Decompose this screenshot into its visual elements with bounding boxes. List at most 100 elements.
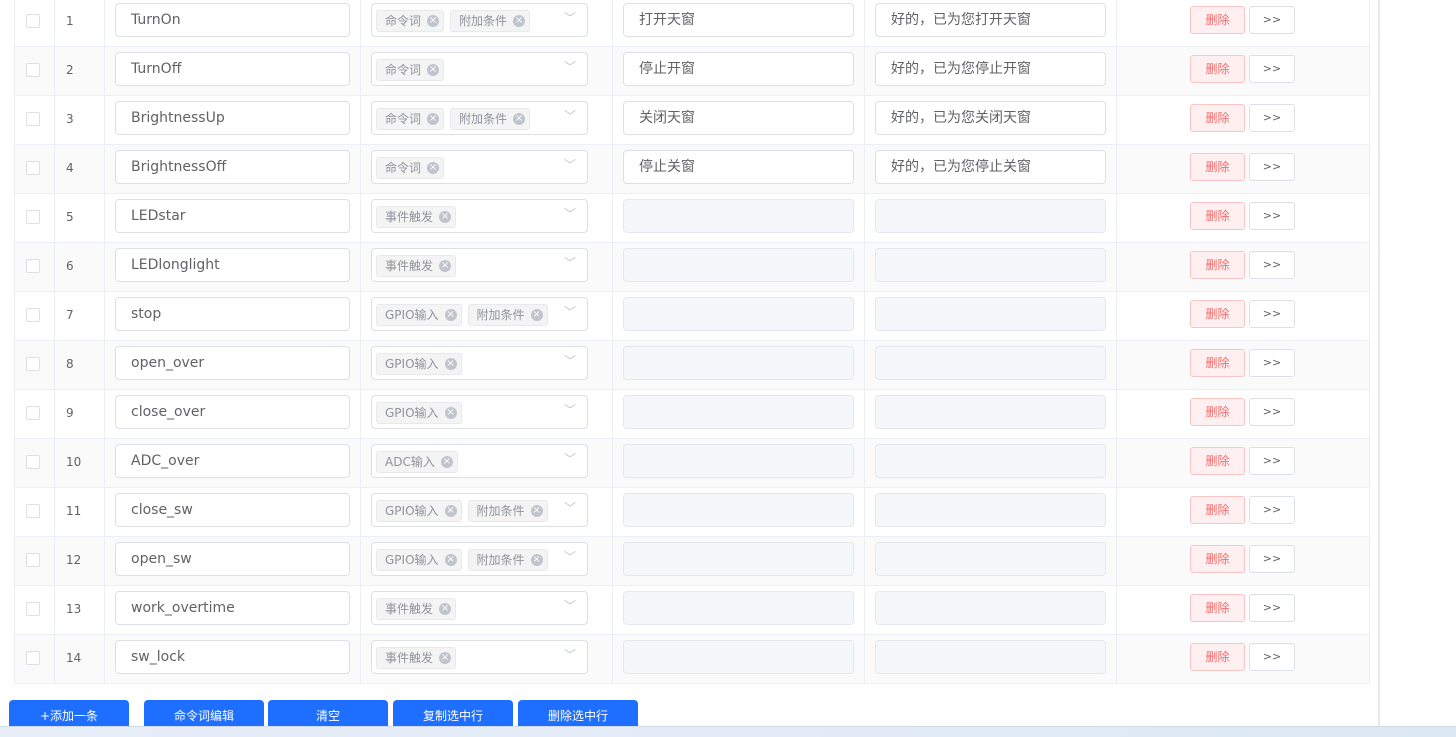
name-input[interactable]: work_overtime: [115, 591, 350, 625]
reply-input[interactable]: [875, 199, 1106, 233]
expand-row-button[interactable]: >>: [1249, 153, 1295, 181]
expand-row-button[interactable]: >>: [1249, 104, 1295, 132]
expand-row-button[interactable]: >>: [1249, 6, 1295, 34]
delete-row-button[interactable]: 删除: [1190, 447, 1245, 475]
type-select[interactable]: ADC输入 × ﹀: [371, 444, 588, 478]
expand-row-button[interactable]: >>: [1249, 496, 1295, 524]
close-circle-icon[interactable]: ×: [439, 211, 452, 223]
row-checkbox[interactable]: [26, 14, 40, 28]
type-select[interactable]: GPIO输入 × ﹀: [371, 346, 588, 380]
reply-input[interactable]: 好的，已为您关闭天窗: [875, 101, 1106, 135]
name-input[interactable]: open_over: [115, 346, 350, 380]
expand-row-button[interactable]: >>: [1249, 55, 1295, 83]
close-circle-icon[interactable]: ×: [427, 64, 440, 76]
close-circle-icon[interactable]: ×: [427, 162, 440, 174]
name-input[interactable]: close_sw: [115, 493, 350, 527]
row-checkbox[interactable]: [26, 161, 40, 175]
close-circle-icon[interactable]: ×: [444, 554, 457, 566]
name-input[interactable]: LEDlonglight: [115, 248, 350, 282]
delete-row-button[interactable]: 删除: [1190, 643, 1245, 671]
row-checkbox[interactable]: [26, 357, 40, 371]
name-input[interactable]: TurnOff: [115, 52, 350, 86]
command-input[interactable]: [623, 395, 854, 429]
close-circle-icon[interactable]: ×: [444, 407, 457, 419]
close-circle-icon[interactable]: ×: [439, 652, 452, 664]
chevron-down-icon[interactable]: ﹀: [563, 109, 577, 123]
close-circle-icon[interactable]: ×: [440, 456, 453, 468]
chevron-down-icon[interactable]: ﹀: [563, 11, 577, 25]
close-circle-icon[interactable]: ×: [444, 309, 457, 321]
chevron-down-icon[interactable]: ﹀: [563, 256, 577, 270]
delete-row-button[interactable]: 删除: [1190, 398, 1245, 426]
close-circle-icon[interactable]: ×: [427, 15, 440, 27]
row-checkbox[interactable]: [26, 455, 40, 469]
expand-row-button[interactable]: >>: [1249, 594, 1295, 622]
close-circle-icon[interactable]: ×: [530, 505, 543, 517]
row-checkbox[interactable]: [26, 553, 40, 567]
delete-row-button[interactable]: 删除: [1190, 153, 1245, 181]
name-input[interactable]: stop: [115, 297, 350, 331]
close-circle-icon[interactable]: ×: [530, 309, 543, 321]
expand-row-button[interactable]: >>: [1249, 545, 1295, 573]
command-input[interactable]: [623, 493, 854, 527]
type-select[interactable]: GPIO输入 × ﹀: [371, 395, 588, 429]
chevron-down-icon[interactable]: ﹀: [563, 60, 577, 74]
command-input[interactable]: [623, 542, 854, 576]
chevron-down-icon[interactable]: ﹀: [563, 452, 577, 466]
reply-input[interactable]: [875, 591, 1106, 625]
chevron-down-icon[interactable]: ﹀: [563, 550, 577, 564]
reply-input[interactable]: [875, 395, 1106, 429]
row-checkbox[interactable]: [26, 112, 40, 126]
delete-row-button[interactable]: 删除: [1190, 6, 1245, 34]
expand-row-button[interactable]: >>: [1249, 202, 1295, 230]
name-input[interactable]: BrightnessOff: [115, 150, 350, 184]
command-input[interactable]: [623, 444, 854, 478]
command-input[interactable]: 关闭天窗: [623, 101, 854, 135]
command-input[interactable]: 打开天窗: [623, 3, 854, 37]
chevron-down-icon[interactable]: ﹀: [563, 305, 577, 319]
row-checkbox[interactable]: [26, 63, 40, 77]
reply-input[interactable]: [875, 297, 1106, 331]
delete-row-button[interactable]: 删除: [1190, 545, 1245, 573]
type-select[interactable]: GPIO输入 × 附加条件 × ﹀: [371, 297, 588, 331]
delete-row-button[interactable]: 删除: [1190, 300, 1245, 328]
expand-row-button[interactable]: >>: [1249, 300, 1295, 328]
chevron-down-icon[interactable]: ﹀: [563, 207, 577, 221]
delete-row-button[interactable]: 删除: [1190, 594, 1245, 622]
command-input[interactable]: [623, 297, 854, 331]
name-input[interactable]: TurnOn: [115, 3, 350, 37]
reply-input[interactable]: [875, 346, 1106, 380]
close-circle-icon[interactable]: ×: [513, 15, 526, 27]
chevron-down-icon[interactable]: ﹀: [563, 599, 577, 613]
close-circle-icon[interactable]: ×: [513, 113, 526, 125]
row-checkbox[interactable]: [26, 259, 40, 273]
delete-row-button[interactable]: 删除: [1190, 251, 1245, 279]
close-circle-icon[interactable]: ×: [439, 603, 452, 615]
command-input[interactable]: 停止关窗: [623, 150, 854, 184]
reply-input[interactable]: [875, 444, 1106, 478]
reply-input[interactable]: [875, 493, 1106, 527]
row-checkbox[interactable]: [26, 651, 40, 665]
chevron-down-icon[interactable]: ﹀: [563, 648, 577, 662]
type-select[interactable]: 命令词 × 附加条件 × ﹀: [371, 3, 588, 37]
close-circle-icon[interactable]: ×: [530, 554, 543, 566]
chevron-down-icon[interactable]: ﹀: [563, 501, 577, 515]
reply-input[interactable]: [875, 542, 1106, 576]
type-select[interactable]: 命令词 × 附加条件 × ﹀: [371, 101, 588, 135]
type-select[interactable]: 事件触发 × ﹀: [371, 199, 588, 233]
row-checkbox[interactable]: [26, 406, 40, 420]
expand-row-button[interactable]: >>: [1249, 398, 1295, 426]
close-circle-icon[interactable]: ×: [444, 358, 457, 370]
close-circle-icon[interactable]: ×: [427, 113, 440, 125]
expand-row-button[interactable]: >>: [1249, 447, 1295, 475]
name-input[interactable]: ADC_over: [115, 444, 350, 478]
type-select[interactable]: GPIO输入 × 附加条件 × ﹀: [371, 542, 588, 576]
row-checkbox[interactable]: [26, 602, 40, 616]
delete-row-button[interactable]: 删除: [1190, 202, 1245, 230]
delete-row-button[interactable]: 删除: [1190, 349, 1245, 377]
type-select[interactable]: 事件触发 × ﹀: [371, 248, 588, 282]
type-select[interactable]: GPIO输入 × 附加条件 × ﹀: [371, 493, 588, 527]
command-input[interactable]: [623, 199, 854, 233]
expand-row-button[interactable]: >>: [1249, 349, 1295, 377]
chevron-down-icon[interactable]: ﹀: [563, 158, 577, 172]
